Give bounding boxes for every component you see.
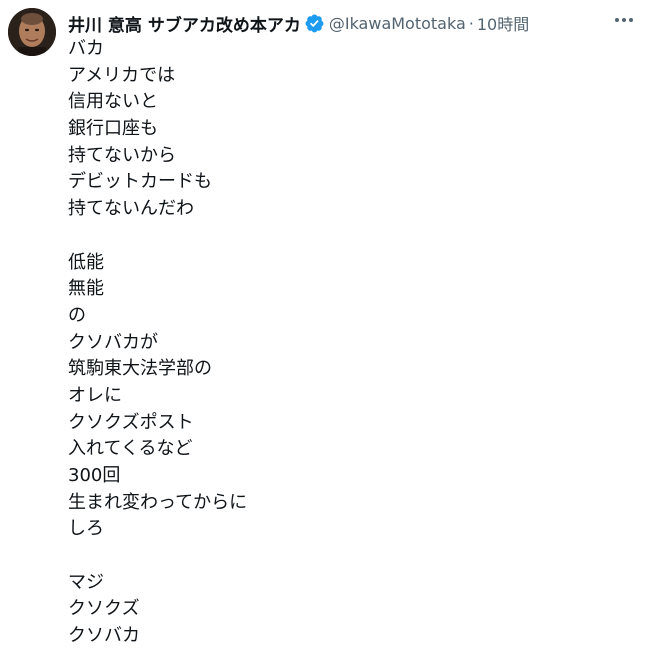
tweet-line: 筑駒東大法学部の: [68, 358, 212, 380]
author-display-name[interactable]: 井川 意高 サブアカ改め本アカ: [68, 11, 301, 36]
tweet-line: 低能: [68, 251, 104, 273]
post-time[interactable]: 10時間: [477, 11, 529, 35]
tweet-line: 銀行口座も: [68, 118, 158, 140]
tweet-line: の: [68, 304, 86, 326]
tweet-line: バカ: [68, 38, 104, 59]
avatar[interactable]: [8, 8, 56, 56]
tweet-line: 信用ないと: [68, 91, 158, 113]
tweet-line: オレに: [68, 384, 122, 406]
tweet-line: クソバカ: [68, 625, 140, 647]
tweet-line: マジ: [68, 571, 104, 593]
separator-dot: ·: [468, 13, 474, 33]
tweet-line: クソクズポスト: [68, 411, 194, 433]
verified-badge-icon: [304, 13, 325, 34]
tweet-line: 生まれ変わってからに: [68, 491, 248, 513]
tweet-line: 無能: [68, 278, 104, 300]
author-handle[interactable]: @IkawaMototaka: [329, 14, 466, 33]
avatar-image: [8, 8, 56, 56]
more-options-icon[interactable]: [611, 7, 637, 33]
tweet-line: デビットカードも: [68, 171, 212, 193]
tweet-line: 持てないから: [68, 144, 176, 166]
tweet-text: バカアメリカでは 信用ないと銀行口座も持てないからデビットカードも 持てないんだわ低…: [68, 36, 628, 650]
tweet-line: クソバカが: [68, 331, 158, 353]
tweet-line: しろ: [68, 518, 104, 540]
tweet-line: 300回: [68, 465, 121, 486]
tweet-line: アメリカでは: [68, 64, 176, 86]
tweet-line: 入れてくるなど: [68, 438, 193, 460]
tweet-line: クソクズ: [68, 598, 140, 620]
tweet-line: 持てないんだわ: [68, 198, 194, 220]
tweet-header: 井川 意高 サブアカ改め本アカ @IkawaMototaka · 10時間: [68, 9, 651, 37]
